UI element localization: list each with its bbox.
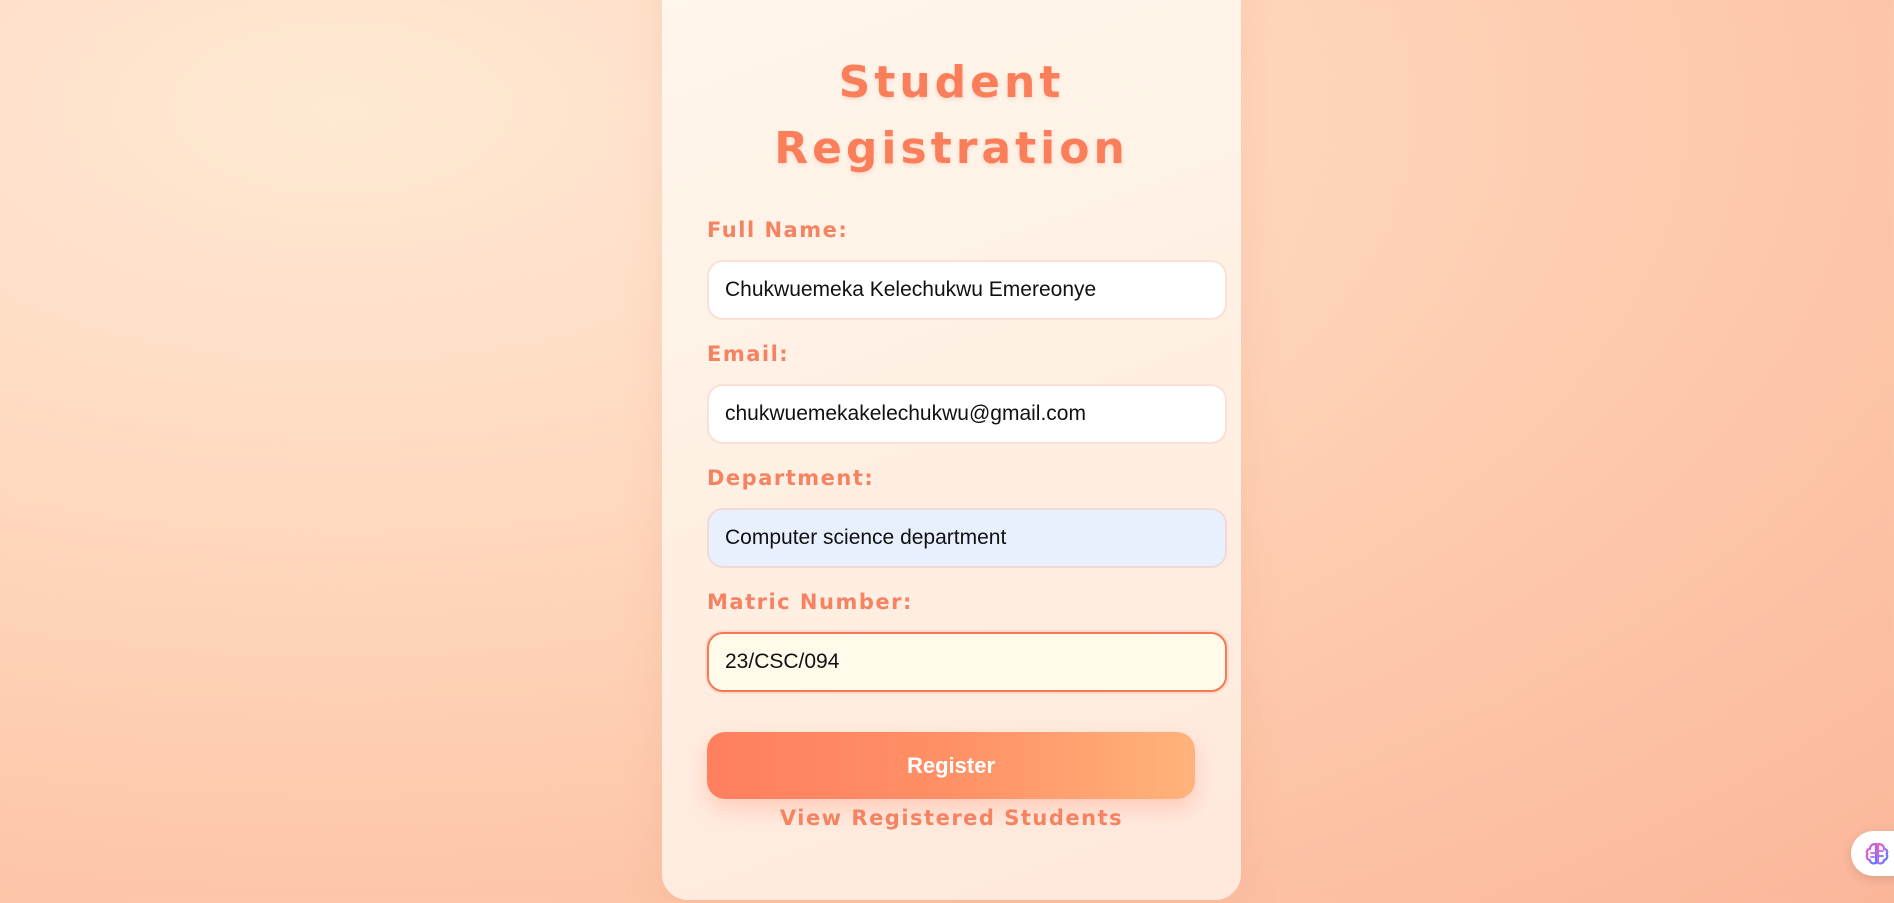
title-line-2: Registration [774, 123, 1129, 174]
matric-number-input[interactable] [707, 632, 1227, 692]
full-name-input[interactable] [707, 260, 1227, 320]
matric-number-label: Matric Number: [707, 590, 913, 614]
department-input[interactable] [707, 508, 1227, 568]
title-line-1: Student [838, 57, 1065, 108]
email-input[interactable] [707, 384, 1227, 444]
registration-card: Student Registration Full Name: Email: D… [662, 0, 1241, 900]
department-label: Department: [707, 466, 875, 490]
brain-icon [1865, 842, 1889, 865]
email-label: Email: [707, 342, 790, 366]
register-button[interactable]: Register [707, 732, 1195, 799]
full-name-label: Full Name: [707, 218, 849, 242]
extension-button[interactable] [1851, 831, 1894, 876]
page-title: Student Registration [662, 50, 1241, 182]
view-registered-students-link[interactable]: View Registered Students [662, 806, 1241, 830]
